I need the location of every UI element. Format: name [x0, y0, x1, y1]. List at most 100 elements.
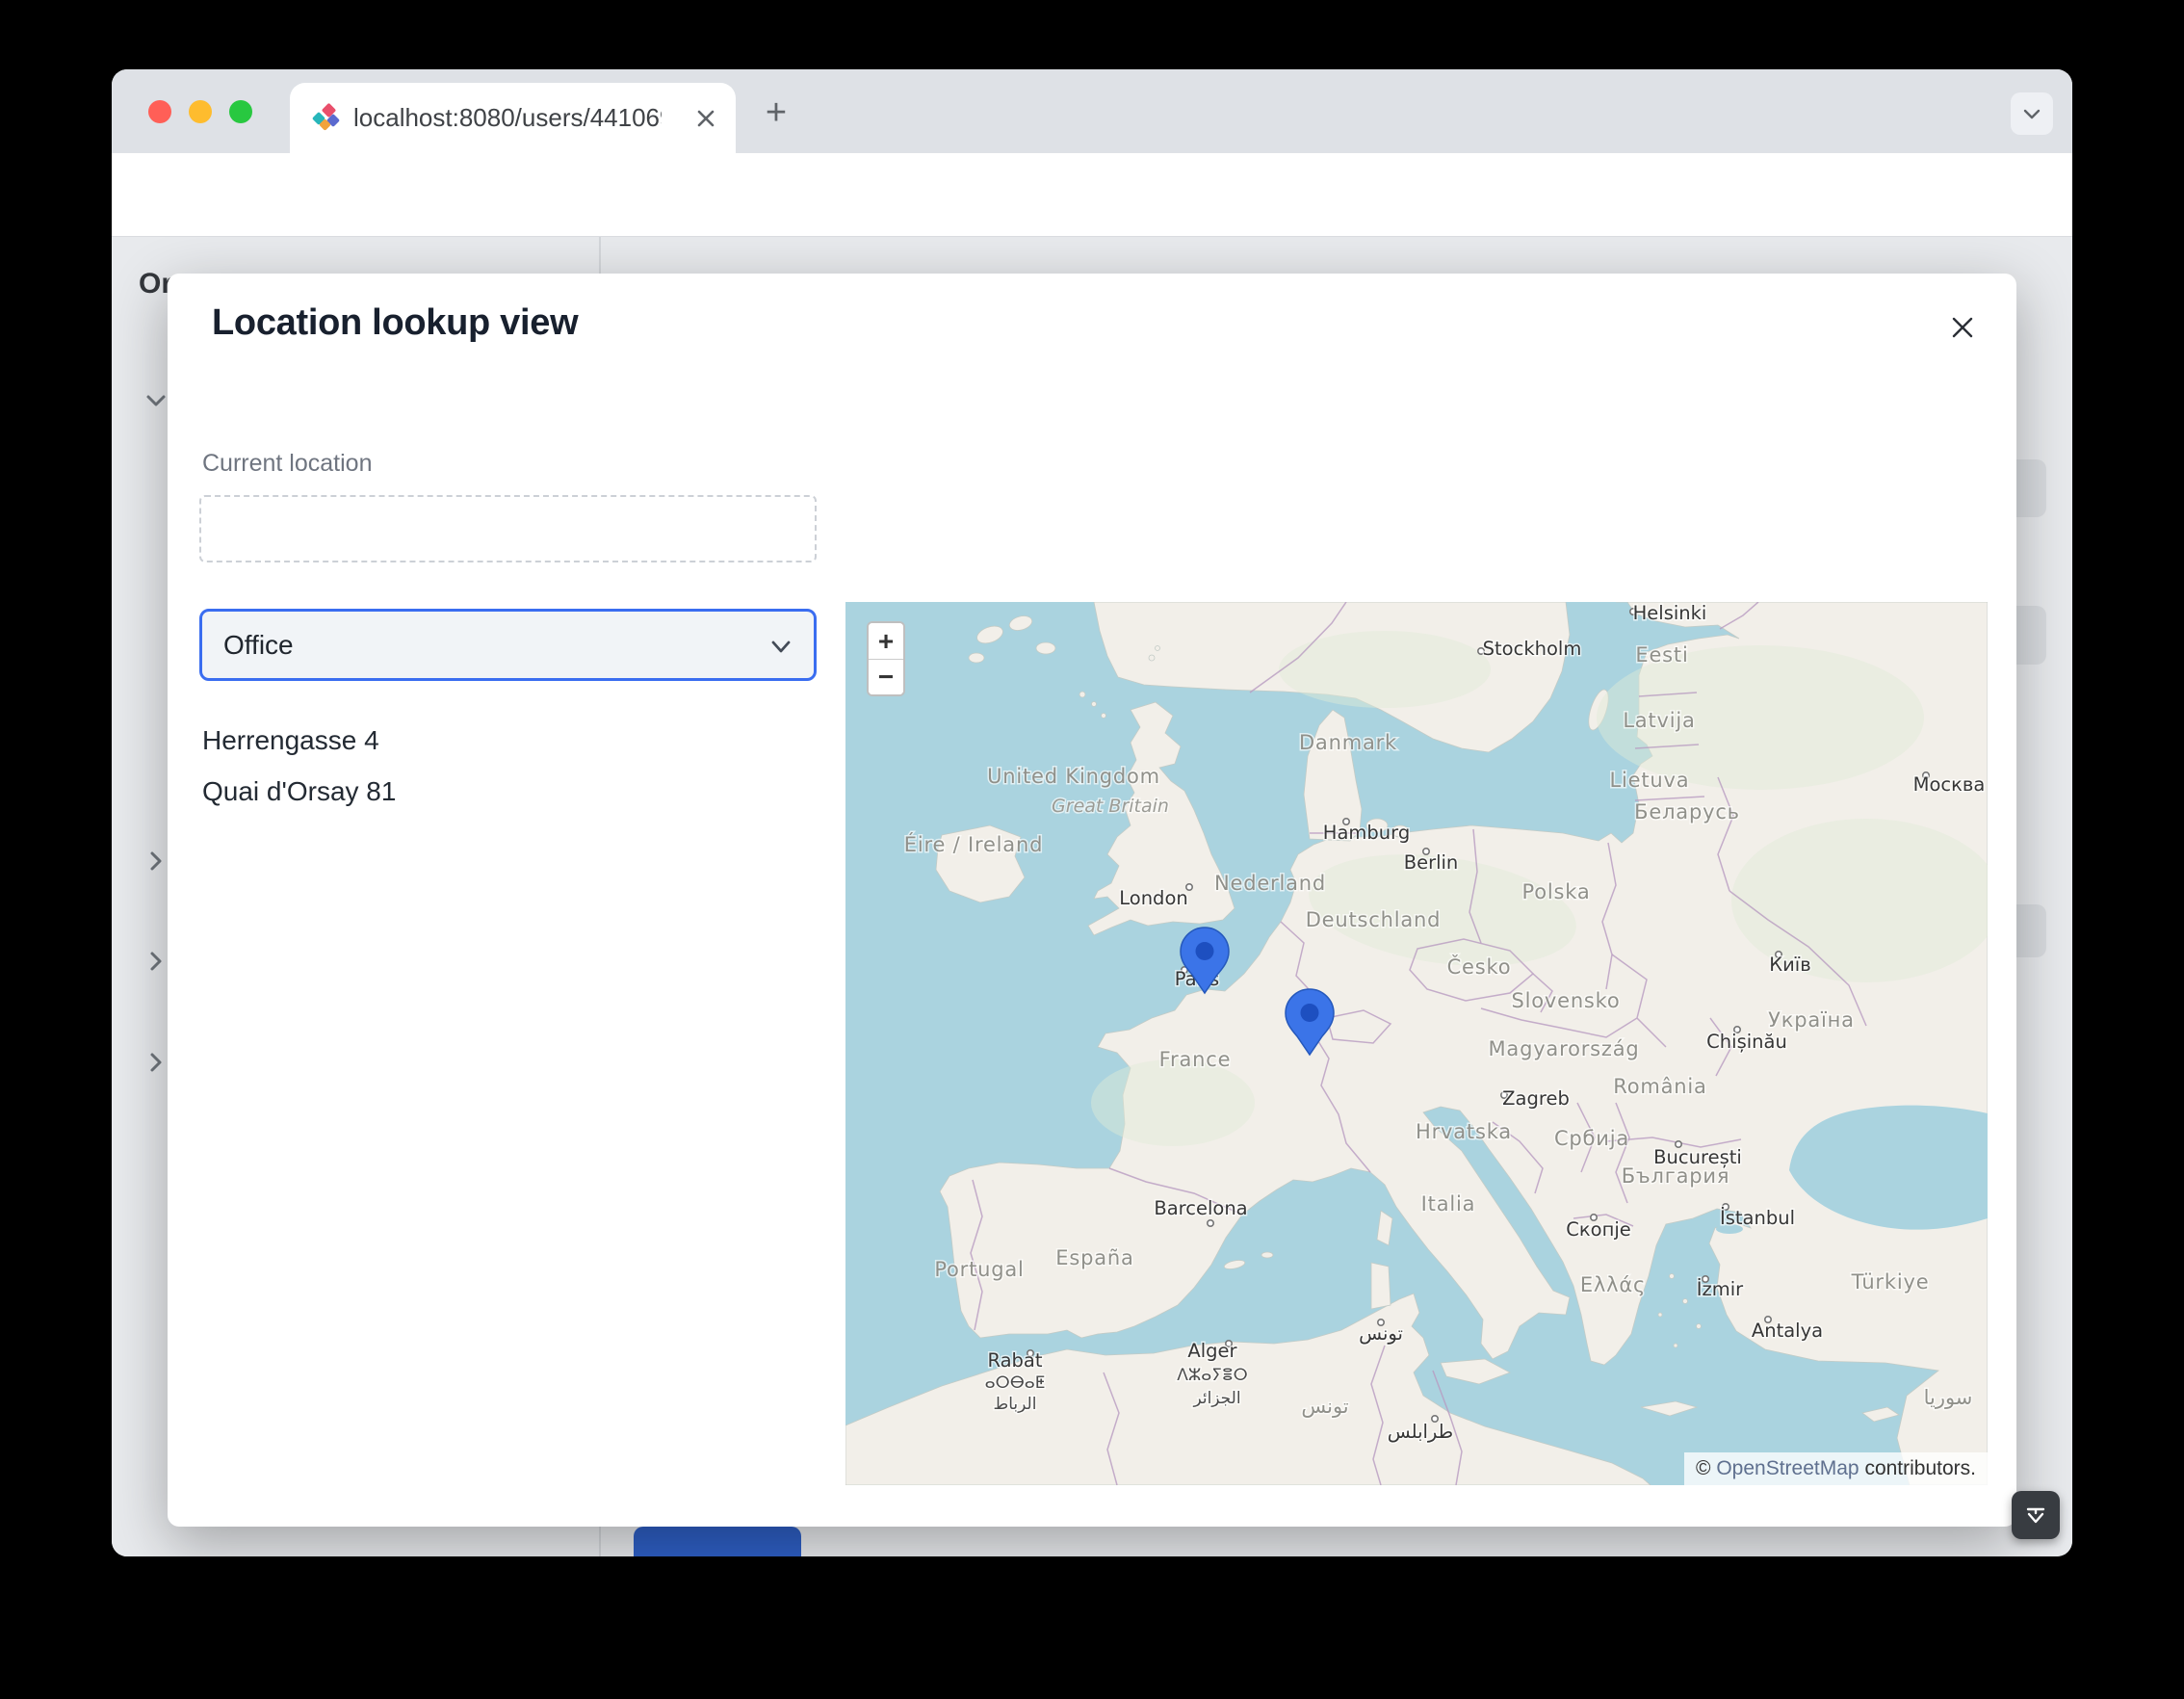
location-lookup-dialog: Location lookup view Current location Of…	[168, 274, 2016, 1527]
current-location-label: Current location	[202, 450, 372, 478]
island	[1261, 1252, 1273, 1258]
map-label: الجزائر	[1192, 1389, 1240, 1408]
map-label: Lietuva	[1610, 769, 1690, 792]
map-label: Ελλάς	[1580, 1273, 1646, 1296]
map-label: Antalya	[1752, 1320, 1823, 1342]
island	[1036, 642, 1055, 654]
map-label: ⴷⵣⴰⵢⴻⵔ	[1177, 1366, 1247, 1385]
map-label: Alger	[1187, 1340, 1237, 1362]
map-label: London	[1119, 887, 1187, 909]
map-label: Hamburg	[1323, 822, 1410, 844]
map-label: Србија	[1554, 1127, 1629, 1150]
island	[1670, 1274, 1675, 1279]
browser-window: localhost:8080/users/441069 +	[112, 69, 2072, 1556]
address-item[interactable]: Quai d'Orsay 81	[202, 766, 396, 817]
map-label: France	[1159, 1048, 1232, 1071]
map-label: Polska	[1522, 880, 1591, 903]
tab-close-icon[interactable]	[691, 104, 720, 133]
island	[1092, 702, 1097, 707]
browser-tab[interactable]: localhost:8080/users/441069	[290, 83, 736, 153]
map-label: România	[1613, 1075, 1706, 1098]
chevron-down-icon	[2020, 102, 2043, 125]
screen: localhost:8080/users/441069 +	[0, 0, 2184, 1699]
new-tab-button[interactable]: +	[755, 92, 797, 135]
map-label: Київ	[1769, 954, 1810, 976]
island	[1102, 714, 1106, 719]
attribution-prefix: ©	[1696, 1457, 1716, 1479]
map-label: Latvija	[1623, 709, 1695, 732]
map-label: ⴰⵔⴱⴰⵟ	[985, 1373, 1046, 1393]
zoom-in-button[interactable]: +	[869, 623, 903, 659]
app-favicon-icon	[311, 102, 342, 133]
map-label: Беларусь	[1634, 800, 1740, 823]
map-label: Italia	[1421, 1192, 1476, 1215]
tab-search-button[interactable]	[2011, 92, 2053, 135]
island	[1658, 1313, 1662, 1317]
city-dot	[1208, 1220, 1213, 1226]
map-label: Deutschland	[1306, 908, 1442, 931]
island	[1683, 1299, 1688, 1304]
map-label: Berlin	[1404, 851, 1459, 874]
map-canvas[interactable]: United Kingdom Great Britain Éire / Irelan…	[845, 602, 1988, 1485]
map-label: Eesti	[1635, 643, 1688, 667]
map-label: Great Britain	[1052, 796, 1169, 817]
map-label: Türkiye	[1851, 1270, 1930, 1294]
island	[1697, 1324, 1702, 1329]
map-label: Helsinki	[1633, 602, 1707, 624]
background-primary-button	[634, 1527, 801, 1556]
terrain-tint	[1091, 1059, 1255, 1146]
map-label: Éire / Ireland	[904, 832, 1043, 856]
tab-title: localhost:8080/users/441069	[353, 83, 662, 153]
map-label: طرابلس	[1388, 1421, 1453, 1443]
map-label: United Kingdom	[987, 765, 1160, 788]
location-type-value: Office	[223, 612, 294, 679]
location-type-select[interactable]: Office	[199, 609, 817, 681]
map-label: Zagreb	[1502, 1087, 1570, 1110]
attribution-suffix: contributors.	[1859, 1457, 1976, 1479]
map-label: الرباط	[994, 1395, 1037, 1414]
map-label: Nederland	[1214, 872, 1326, 895]
map-label: București	[1653, 1146, 1742, 1168]
attribution-link[interactable]: OpenStreetMap	[1716, 1457, 1859, 1479]
zoom-out-button[interactable]: −	[869, 659, 903, 694]
dev-tools-button[interactable]	[2012, 1491, 2060, 1539]
island	[1079, 692, 1085, 697]
map-label: Stockholm	[1483, 638, 1582, 660]
terrain-tint	[1279, 631, 1491, 708]
map-label: İzmir	[1697, 1278, 1744, 1300]
address-item[interactable]: Herrengasse 4	[202, 715, 396, 766]
dialog-title: Location lookup view	[212, 302, 578, 344]
fullscreen-window-button[interactable]	[229, 100, 252, 123]
island	[1674, 1344, 1677, 1347]
map-label: سوريا	[1924, 1386, 1973, 1409]
map-label: Portugal	[934, 1258, 1024, 1281]
island	[969, 653, 984, 663]
dev-tools-icon	[2022, 1502, 2049, 1529]
minimize-window-button[interactable]	[189, 100, 212, 123]
close-window-button[interactable]	[148, 100, 171, 123]
island	[1149, 655, 1155, 661]
map-zoom-control: + −	[867, 621, 905, 696]
island-sardinia	[1371, 1263, 1391, 1309]
dialog-close-button[interactable]	[1943, 308, 1982, 347]
chevron-down-icon	[767, 633, 794, 660]
map-label: Česko	[1447, 954, 1512, 979]
map-label: Скопје	[1566, 1218, 1631, 1241]
map-label: Barcelona	[1154, 1197, 1247, 1219]
map-attribution: © OpenStreetMap contributors.	[1684, 1452, 1988, 1485]
map-label: Hrvatska	[1416, 1120, 1512, 1143]
map-label: Chișinău	[1706, 1031, 1787, 1053]
map-label: Magyarország	[1488, 1037, 1639, 1060]
map-label: Rabat	[987, 1349, 1042, 1372]
island	[1156, 646, 1160, 651]
map-label: İstanbul	[1720, 1207, 1795, 1229]
browser-toolbar: localhost:8080/users/44106990-7430-e590-…	[112, 153, 2072, 237]
map-label: Slovensko	[1511, 989, 1620, 1012]
map-view[interactable]: United Kingdom Great Britain Éire / Irelan…	[845, 602, 1988, 1485]
map-label: Москва	[1913, 773, 1986, 796]
map-label: Danmark	[1299, 731, 1397, 754]
close-icon	[1947, 312, 1978, 343]
tab-strip: localhost:8080/users/441069 +	[112, 69, 2072, 153]
address-list: Herrengasse 4 Quai d'Orsay 81	[202, 715, 396, 817]
current-location-field[interactable]	[199, 495, 817, 562]
